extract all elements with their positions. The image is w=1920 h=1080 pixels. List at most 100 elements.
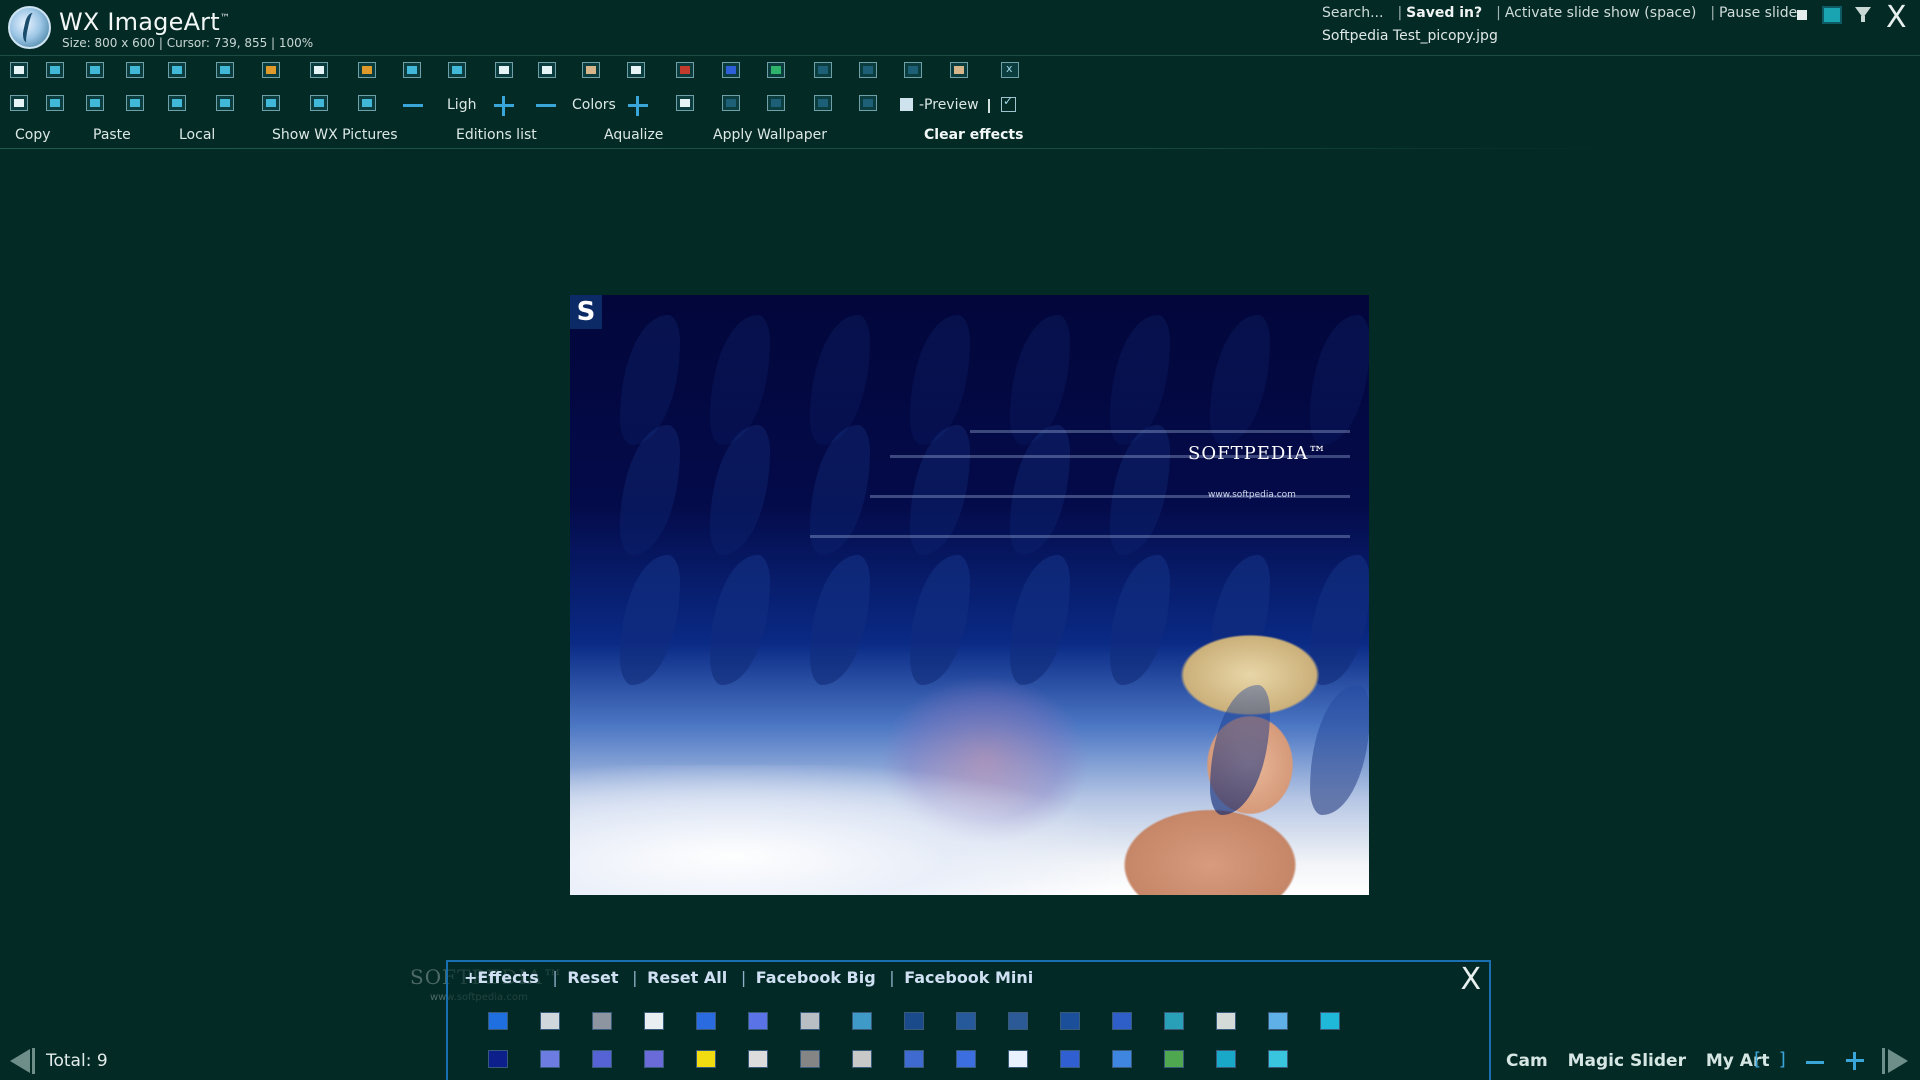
effect-thumbnail[interactable] [696, 1050, 716, 1068]
monitor-small-icon[interactable] [126, 95, 144, 111]
effect-thumbnail[interactable] [852, 1012, 872, 1030]
effect-thumbnail[interactable] [1164, 1050, 1184, 1068]
zoom-in-icon[interactable] [1846, 1052, 1864, 1070]
chart-icon[interactable] [904, 62, 922, 78]
window-icon[interactable] [168, 95, 186, 111]
copy-icon[interactable] [10, 95, 28, 111]
monitor-icon[interactable] [1822, 6, 1842, 24]
bright-filter-icon[interactable] [495, 62, 513, 78]
slant-icon[interactable] [262, 95, 280, 111]
local-button[interactable]: Local [179, 127, 215, 143]
square-icon[interactable] [676, 95, 694, 111]
portrait-icon[interactable] [310, 62, 328, 78]
colors-minus-icon[interactable] [536, 104, 556, 107]
effect-thumbnail[interactable] [1008, 1012, 1028, 1030]
view-grid-large-icon[interactable] [86, 62, 104, 78]
effects-toggle-button[interactable]: +Effects [464, 968, 539, 987]
slideshow-link[interactable]: Activate slide show (space) [1505, 5, 1696, 21]
previous-image-icon[interactable] [10, 1048, 38, 1074]
effect-thumbnail[interactable] [644, 1050, 664, 1068]
effect-thumbnail[interactable] [956, 1012, 976, 1030]
effect-thumbnail[interactable] [488, 1012, 508, 1030]
effect-thumbnail[interactable] [488, 1050, 508, 1068]
blue-filter-icon[interactable] [722, 62, 740, 78]
layer-icon[interactable] [310, 95, 328, 111]
effect-thumbnail[interactable] [904, 1012, 924, 1030]
paste-button[interactable]: Paste [93, 127, 131, 143]
next-image-icon[interactable] [1882, 1048, 1910, 1074]
effect-thumbnail[interactable] [592, 1012, 612, 1030]
apply-wallpaper-button[interactable]: Apply Wallpaper [713, 127, 827, 143]
search-link[interactable]: Search... [1322, 5, 1383, 21]
aqua-filter-icon[interactable] [448, 62, 466, 78]
facebook-big-button[interactable]: Facebook Big [756, 968, 876, 987]
view-single-icon[interactable] [10, 62, 28, 78]
close-app-button[interactable]: X [1886, 0, 1907, 35]
view-split-icon[interactable] [126, 62, 144, 78]
show-wx-pictures-button[interactable]: Show WX Pictures [272, 127, 398, 143]
aqualize-button[interactable]: Aqualize [604, 127, 663, 143]
save-icon[interactable] [950, 62, 968, 78]
crop-icon[interactable] [767, 95, 785, 111]
cyan-filter-icon[interactable] [403, 62, 421, 78]
zoom-out-icon[interactable] [1806, 1061, 1824, 1064]
rotate-icon[interactable] [859, 62, 877, 78]
effect-thumbnail[interactable] [1216, 1050, 1236, 1068]
fill-icon[interactable] [358, 95, 376, 111]
green-filter-icon[interactable] [767, 62, 785, 78]
help-icon[interactable] [46, 95, 64, 111]
facebook-mini-button[interactable]: Facebook Mini [904, 968, 1033, 987]
red-filter-icon[interactable] [676, 62, 694, 78]
effect-thumbnail[interactable] [1112, 1050, 1132, 1068]
effect-thumbnail[interactable] [1008, 1050, 1028, 1068]
minimize-icon[interactable] [1855, 7, 1871, 22]
dark-filter-icon[interactable] [814, 62, 832, 78]
effect-thumbnail[interactable] [1320, 1012, 1340, 1030]
effect-thumbnail[interactable] [1060, 1050, 1080, 1068]
effect-thumbnail[interactable] [1268, 1012, 1288, 1030]
light-plus-icon[interactable] [494, 96, 514, 116]
effect-thumbnail[interactable] [1112, 1012, 1132, 1030]
gray-filter-icon[interactable] [627, 62, 645, 78]
crop-wide-icon[interactable] [814, 95, 832, 111]
cam-button[interactable]: Cam [1506, 1051, 1548, 1071]
stop-icon[interactable] [1797, 10, 1807, 20]
effect-thumbnail[interactable] [644, 1012, 664, 1030]
close-icon[interactable] [1001, 62, 1019, 78]
effect-thumbnail[interactable] [956, 1050, 976, 1068]
colors-plus-icon[interactable] [628, 96, 648, 116]
close-effects-button[interactable]: X [1460, 962, 1481, 997]
light-minus-icon[interactable] [403, 104, 423, 107]
preview-checkbox[interactable] [900, 98, 913, 111]
tan-filter-icon[interactable] [582, 62, 600, 78]
effect-thumbnail[interactable] [852, 1050, 872, 1068]
image-canvas[interactable]: S SOFTPEDIA™ www.softpedia.com [570, 295, 1369, 895]
panel-icon[interactable] [216, 95, 234, 111]
text-icon[interactable] [722, 95, 740, 111]
effect-thumbnail[interactable] [748, 1050, 768, 1068]
clear-effects-button[interactable]: Clear effects [924, 127, 1023, 143]
editions-list-button[interactable]: Editions list [456, 127, 537, 143]
frame-icon[interactable] [216, 62, 234, 78]
effect-thumbnail[interactable] [696, 1012, 716, 1030]
effect-thumbnail[interactable] [1216, 1012, 1236, 1030]
effect-thumbnail[interactable] [592, 1050, 612, 1068]
contrast-icon[interactable] [538, 62, 556, 78]
saved-in-link[interactable]: Saved in? [1406, 5, 1482, 21]
effect-thumbnail[interactable] [540, 1050, 560, 1068]
effect-thumbnail[interactable] [800, 1012, 820, 1030]
magic-slider-button[interactable]: Magic Slider [1568, 1051, 1686, 1071]
view-strip-icon[interactable] [168, 62, 186, 78]
pause-slide-link[interactable]: Pause slide [1719, 5, 1797, 21]
effect-thumbnail[interactable] [1268, 1050, 1288, 1068]
reset-button[interactable]: Reset [567, 968, 618, 987]
effect-thumbnail[interactable] [1060, 1012, 1080, 1030]
effect-thumbnail[interactable] [540, 1012, 560, 1030]
effect-thumbnail[interactable] [1164, 1012, 1184, 1030]
confirm-checkbox[interactable] [1001, 94, 1016, 112]
add-icon[interactable] [859, 95, 877, 111]
effect-thumbnail[interactable] [748, 1012, 768, 1030]
fit-toggle-button[interactable]: [ ] [1754, 1049, 1792, 1070]
number-icon[interactable] [86, 95, 104, 111]
copy-button[interactable]: Copy [15, 127, 51, 143]
